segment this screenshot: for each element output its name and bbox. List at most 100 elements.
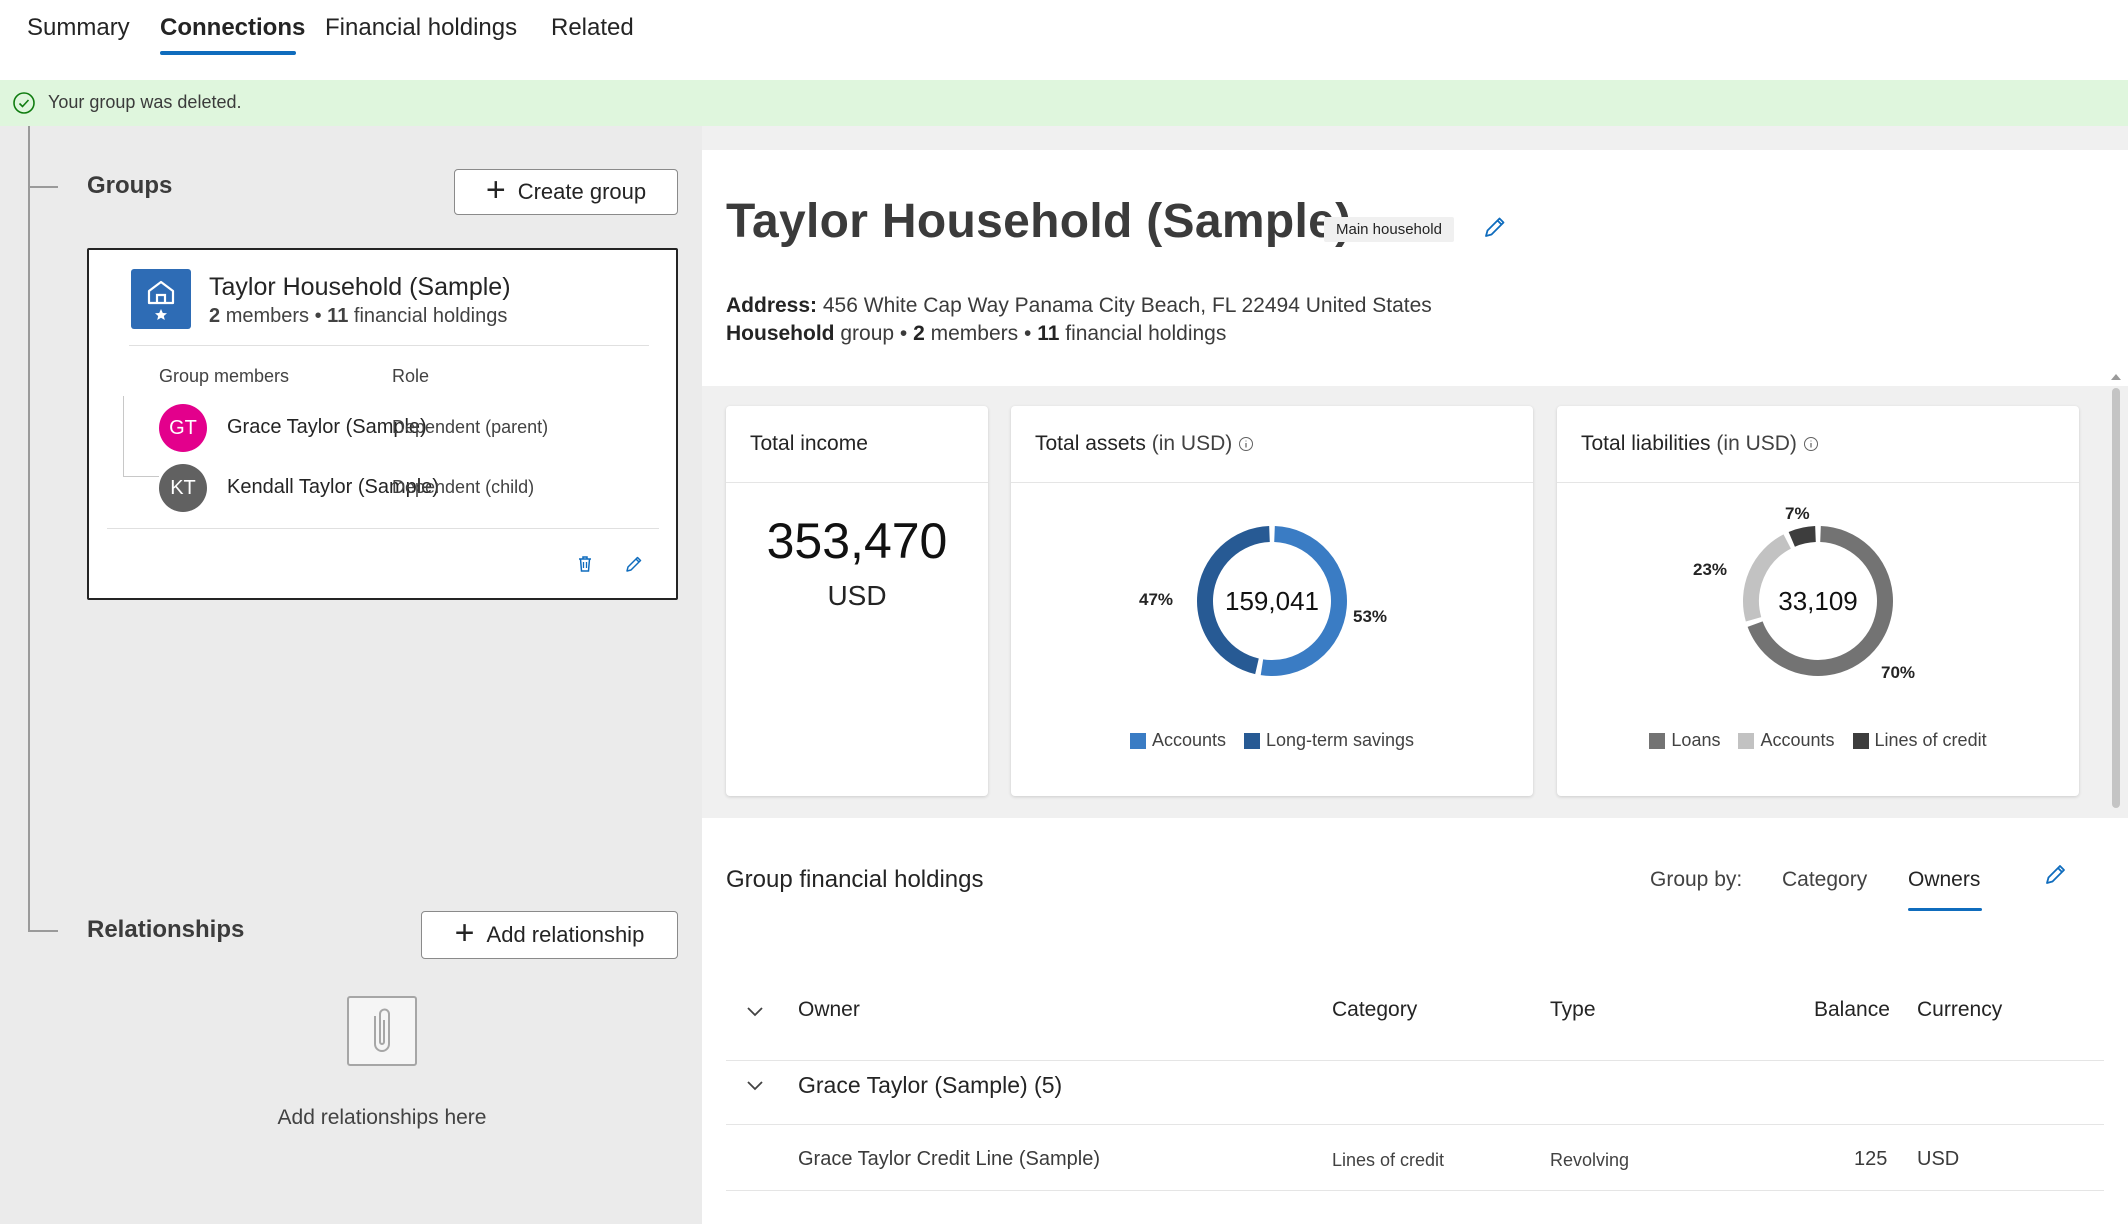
chevron-down-icon[interactable] bbox=[744, 1074, 766, 1096]
household-title: Taylor Household (Sample) bbox=[726, 195, 1352, 248]
total-income-card: Total income 353,470 USD bbox=[726, 406, 988, 796]
household-header: Taylor Household (Sample) Main household… bbox=[702, 150, 2128, 386]
tab-summary[interactable]: Summary bbox=[27, 14, 130, 42]
income-value: 353,470 bbox=[766, 513, 948, 569]
info-icon[interactable] bbox=[1803, 436, 1819, 452]
pct-label: 7% bbox=[1785, 504, 1810, 523]
group-name: Taylor Household (Sample) bbox=[209, 273, 511, 301]
assets-donut: 159,041 bbox=[1187, 516, 1357, 686]
success-banner: Your group was deleted. bbox=[0, 80, 2128, 126]
banner-message: Your group was deleted. bbox=[48, 92, 242, 112]
legend-item: Long-term savings bbox=[1243, 730, 1414, 751]
holding-type: Revolving bbox=[1550, 1150, 1630, 1170]
column-header-type[interactable]: Type bbox=[1550, 998, 1596, 1022]
tab-financial-holdings[interactable]: Financial holdings bbox=[325, 14, 517, 42]
divider bbox=[107, 528, 659, 529]
edit-icon[interactable] bbox=[622, 552, 646, 576]
liabilities-total: 33,109 bbox=[1778, 585, 1858, 616]
divider bbox=[1011, 482, 1533, 483]
holding-name[interactable]: Grace Taylor Credit Line (Sample) bbox=[798, 1148, 1100, 1171]
metric-title: Total liabilities (in USD) bbox=[1581, 432, 1819, 456]
connections-left-panel: Groups + Create group Taylor Household (… bbox=[0, 126, 702, 1224]
edit-icon[interactable] bbox=[1480, 212, 1510, 242]
tab-related[interactable]: Related bbox=[551, 14, 634, 42]
legend-item: Accounts bbox=[1738, 730, 1835, 751]
holdings-title: Group financial holdings bbox=[726, 866, 984, 893]
group-by-owners[interactable]: Owners bbox=[1908, 868, 1980, 892]
household-icon bbox=[131, 269, 191, 329]
scrollbar-thumb[interactable] bbox=[2112, 388, 2120, 808]
info-icon[interactable] bbox=[1238, 436, 1254, 452]
active-tab-indicator bbox=[160, 51, 296, 55]
owner-group-row[interactable]: Grace Taylor (Sample) (5) bbox=[798, 1072, 1062, 1099]
relationships-heading: Relationships bbox=[87, 916, 245, 943]
column-header-balance[interactable]: Balance bbox=[1814, 998, 1890, 1022]
holding-balance: 125 bbox=[1854, 1148, 1888, 1170]
divider bbox=[1557, 482, 2079, 483]
member-role: Dependent (child) bbox=[392, 477, 535, 497]
tree-branch bbox=[28, 186, 58, 188]
assets-legend: Accounts Long-term savings bbox=[1011, 730, 1533, 751]
plus-icon: + bbox=[485, 171, 506, 209]
total-assets-card: Total assets (in USD) 159,041 47% 53% Ac… bbox=[1011, 406, 1533, 796]
avatar: KT bbox=[159, 464, 207, 512]
groups-heading: Groups bbox=[87, 172, 173, 199]
income-currency: USD bbox=[827, 580, 887, 611]
main-household-badge: Main household bbox=[1324, 217, 1454, 242]
holding-category: Lines of credit bbox=[1332, 1150, 1445, 1170]
total-liabilities-card: Total liabilities (in USD) 33,109 7% 23%… bbox=[1557, 406, 2079, 796]
divider bbox=[129, 345, 649, 346]
group-by-indicator bbox=[1908, 908, 1982, 911]
create-group-label: Create group bbox=[517, 179, 647, 204]
create-group-button[interactable]: + Create group bbox=[454, 169, 678, 215]
group-by-category[interactable]: Category bbox=[1782, 868, 1867, 892]
member-tree-branch bbox=[123, 476, 159, 477]
add-relationship-button[interactable]: + Add relationship bbox=[421, 911, 678, 959]
member-tree-line bbox=[123, 396, 124, 476]
household-summary: Household group • 2 members • 11 financi… bbox=[726, 322, 1227, 345]
divider bbox=[726, 1124, 2104, 1125]
group-summary: 2 members • 11 financial holdings bbox=[209, 305, 508, 327]
tree-branch bbox=[28, 930, 58, 932]
group-members-header: Group members bbox=[159, 366, 290, 386]
tab-bar: Summary Connections Financial holdings R… bbox=[0, 0, 2128, 80]
divider bbox=[726, 482, 988, 483]
tab-connections[interactable]: Connections bbox=[160, 14, 305, 42]
role-header: Role bbox=[392, 366, 430, 386]
divider bbox=[726, 1060, 2104, 1061]
member-role: Dependent (parent) bbox=[392, 417, 549, 437]
group-financial-holdings: Group financial holdings Group by: Categ… bbox=[702, 818, 2128, 1224]
checkmark-circle-icon bbox=[13, 92, 35, 114]
plus-icon: + bbox=[454, 914, 475, 952]
column-header-currency[interactable]: Currency bbox=[1917, 998, 2002, 1022]
pct-label: 53% bbox=[1353, 607, 1388, 626]
column-header-owner[interactable]: Owner bbox=[798, 998, 860, 1022]
legend-item: Loans bbox=[1649, 730, 1720, 751]
household-address: Address: 456 White Cap Way Panama City B… bbox=[726, 294, 1432, 317]
legend-item: Lines of credit bbox=[1852, 730, 1987, 751]
column-header-category[interactable]: Category bbox=[1332, 998, 1417, 1022]
delete-icon[interactable] bbox=[573, 552, 597, 576]
chevron-down-icon[interactable] bbox=[744, 1000, 766, 1022]
assets-total: 159,041 bbox=[1225, 585, 1319, 616]
tree-line bbox=[28, 126, 30, 932]
avatar: GT bbox=[159, 404, 207, 452]
holding-currency: USD bbox=[1917, 1148, 1960, 1170]
pct-label: 47% bbox=[1139, 590, 1174, 609]
group-card[interactable]: Taylor Household (Sample) 2 members • 11… bbox=[87, 248, 678, 600]
edit-icon[interactable] bbox=[2042, 860, 2070, 888]
pct-label: 23% bbox=[1693, 560, 1728, 579]
divider bbox=[726, 1190, 2104, 1191]
relationships-empty-text: Add relationships here bbox=[277, 1106, 487, 1129]
liabilities-donut: 33,109 bbox=[1733, 516, 1903, 686]
liabilities-legend: Loans Accounts Lines of credit bbox=[1557, 730, 2079, 751]
household-detail-panel: Taylor Household (Sample) Main household… bbox=[702, 126, 2128, 1224]
scroll-up-arrow-icon[interactable] bbox=[2110, 372, 2122, 382]
metric-title: Total income bbox=[750, 432, 868, 455]
add-relationship-label: Add relationship bbox=[486, 922, 645, 947]
group-by-label: Group by: bbox=[1650, 868, 1743, 891]
paperclip-icon bbox=[347, 996, 417, 1066]
pct-label: 70% bbox=[1881, 663, 1916, 682]
legend-item: Accounts bbox=[1129, 730, 1226, 751]
metric-title: Total assets (in USD) bbox=[1035, 432, 1254, 456]
